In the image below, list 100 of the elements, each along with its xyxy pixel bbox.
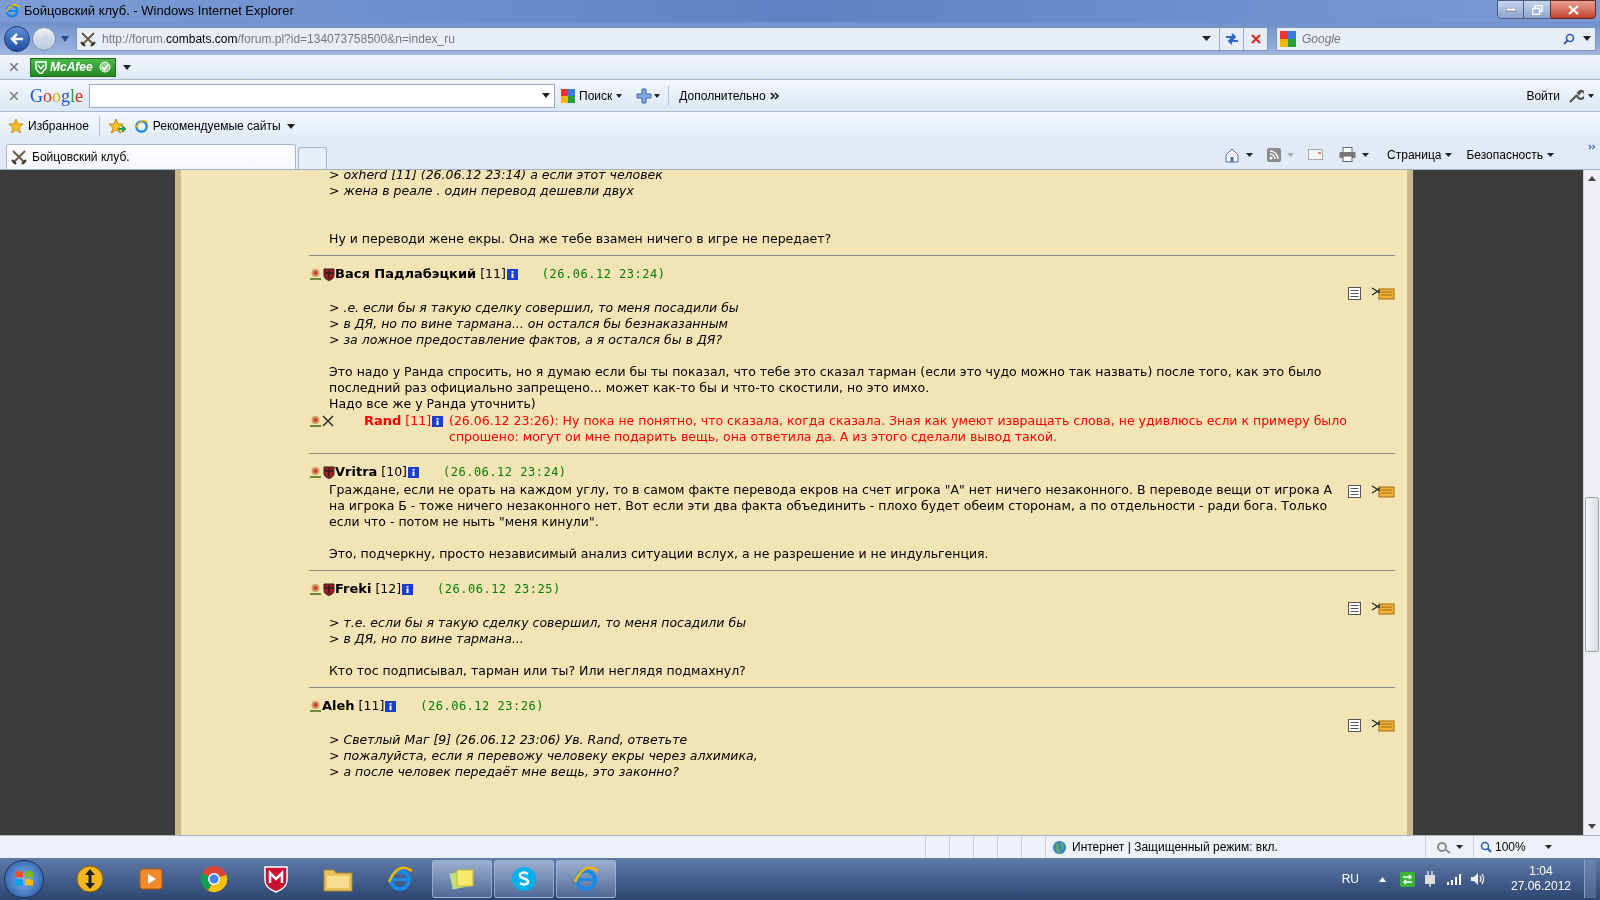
dropdown-caret-icon[interactable] — [1588, 93, 1594, 98]
wrench-icon[interactable] — [1568, 87, 1584, 104]
history-caret-icon[interactable] — [60, 35, 70, 42]
speaker-icon[interactable] — [1470, 872, 1486, 886]
info-icon[interactable] — [385, 700, 397, 712]
language-indicator[interactable]: RU — [1341, 870, 1359, 888]
user-level: [12] — [375, 581, 402, 597]
tab[interactable]: Бойцовский клуб. — [6, 144, 296, 169]
scrollbar[interactable] — [1583, 170, 1600, 835]
dropdown-caret-icon[interactable] — [1583, 36, 1591, 41]
info-icon[interactable] — [506, 268, 518, 280]
scissors-reply-icon[interactable] — [1371, 718, 1395, 732]
browser-logo-icon — [4, 3, 20, 19]
alignment-icon — [309, 415, 322, 427]
search-input[interactable]: Google — [1302, 29, 1563, 48]
mail-icon[interactable] — [1308, 149, 1324, 160]
author-name[interactable]: Aleh — [322, 698, 355, 714]
post-time: (26.06.12 23:25) — [437, 581, 561, 597]
info-icon[interactable] — [402, 583, 414, 595]
browser-logo-icon — [386, 865, 414, 893]
power-plug-icon[interactable] — [1423, 871, 1437, 887]
home-icon[interactable] — [1224, 146, 1241, 163]
scrollbar-thumb[interactable] — [1585, 497, 1599, 652]
user-level: [11] — [480, 266, 506, 282]
sign-in-button[interactable]: Войти — [1526, 86, 1560, 105]
forward-arrow-icon — [38, 33, 50, 44]
author-name[interactable]: Вася Падлабэцкий — [335, 266, 477, 282]
dropdown-caret-icon[interactable] — [1202, 36, 1211, 41]
add-favorite-icon[interactable] — [107, 118, 126, 134]
close-icon[interactable] — [10, 63, 18, 71]
zoom-level[interactable]: 100% — [1495, 838, 1526, 856]
plus-icon — [636, 87, 653, 104]
maximize-button[interactable] — [1524, 0, 1550, 19]
show-hidden-icons-icon[interactable] — [1379, 876, 1386, 882]
post-time: (26.06.12 23:26) — [420, 698, 544, 714]
reply-text: (26.06.12 23:26): Ну пока не понятно, что сказала, когда сказала. Зная как умеют извращать слова, не удивлюсь если к примеру было спрошено: могут ои мне подарить вещь, она ответила да. А из этого сделали вывод такой. — [449, 413, 1348, 445]
close-icon — [1567, 4, 1579, 15]
sync-icon[interactable] — [1400, 871, 1415, 887]
info-icon[interactable] — [408, 466, 419, 478]
user-level: [11] — [358, 698, 385, 714]
globe-icon — [1052, 839, 1067, 855]
media-player-icon — [139, 867, 165, 891]
checkmark-icon — [98, 61, 111, 73]
quote-line: > в ДЯ, но по вине тармана... он остался бы безнаказанным — [329, 316, 729, 332]
clock-time[interactable]: 1:04 — [1529, 864, 1553, 879]
list-icon[interactable] — [1348, 601, 1361, 615]
google-logo-icon — [561, 88, 575, 103]
printer-icon[interactable] — [1339, 147, 1357, 162]
post-text: Это, подчеркну, просто независимый анализ ситуации вслух, а не разрешение и не индульгенция. — [329, 546, 990, 562]
minimize-button[interactable] — [1497, 0, 1524, 19]
search-icon[interactable] — [1563, 32, 1575, 45]
dropdown-caret-icon[interactable] — [1544, 845, 1552, 849]
scroll-down-icon[interactable] — [1588, 824, 1596, 829]
scissors-reply-icon[interactable] — [1371, 601, 1395, 615]
menu-button[interactable]: Безопасность — [1466, 145, 1554, 164]
more-button[interactable]: Дополнительно — [679, 83, 780, 108]
clock-date[interactable]: 27.06.2012 — [1510, 879, 1572, 894]
stop-icon — [1250, 33, 1261, 44]
dropdown-caret-icon[interactable] — [122, 64, 131, 70]
list-icon[interactable] — [1348, 484, 1361, 498]
star-icon — [8, 118, 24, 134]
info-icon[interactable] — [432, 415, 443, 427]
address-field[interactable]: http://forum.combats.com/forum.pl?id=134073758500&n=index_ru — [76, 26, 1268, 51]
close-icon[interactable] — [10, 91, 18, 100]
post-text: Граждане, если не орать на каждом углу, то в самом факте перевода екров на счет игрока "А" нет ничего незаконного. В переводе вещи от игрока А на игрока Б - тоже ничего незаконного нет. Вот если эти два факта объединить - плохо будет обеим сторонам, а по отдельности - ради бога. Только если что - потом не ныть "меня кинули". — [329, 481, 1334, 530]
scroll-up-icon[interactable] — [1588, 176, 1596, 181]
dropdown-caret-icon[interactable] — [1456, 845, 1463, 849]
search-button[interactable]: Поиск — [559, 83, 625, 108]
list-icon[interactable] — [1348, 718, 1361, 732]
feed-icon[interactable] — [1267, 147, 1282, 162]
back-button[interactable] — [4, 25, 30, 52]
dropdown-caret-icon — [1445, 152, 1453, 157]
author-name[interactable]: Freki — [335, 581, 372, 597]
taskbar-button[interactable] — [494, 860, 554, 898]
url-text: http://forum.combats.com/forum.pl?id=134073758500&n=index_ru — [102, 30, 455, 48]
list-icon[interactable] — [1348, 286, 1361, 300]
start-button[interactable] — [4, 860, 44, 898]
scissors-reply-icon[interactable] — [1371, 484, 1395, 498]
author-name[interactable]: Vritra — [335, 464, 378, 480]
arrows-icon — [76, 865, 104, 893]
search-field[interactable]: Google — [1276, 26, 1596, 51]
dropdown-caret-icon — [1547, 152, 1554, 157]
quote-line: > .е. если бы я такую сделку совершил, то меня посадили бы — [329, 300, 740, 316]
browser-logo-icon — [133, 118, 149, 134]
favorites-button[interactable]: Избранное — [8, 117, 89, 135]
taskbar-button[interactable] — [432, 860, 492, 898]
double-chevron-icon — [769, 91, 780, 100]
dropdown-caret-icon[interactable] — [1246, 152, 1254, 157]
shield-icon — [35, 60, 47, 74]
dropdown-caret-icon[interactable] — [1362, 152, 1370, 157]
suggested-sites-button[interactable]: Рекомендуемые сайты — [133, 117, 295, 135]
crossed-swords-icon — [322, 415, 334, 427]
menu-button[interactable]: Страница — [1387, 145, 1453, 164]
scissors-reply-icon[interactable] — [1371, 286, 1395, 300]
dropdown-caret-icon — [616, 93, 623, 98]
crossed-swords-icon — [80, 30, 96, 47]
chevron-icon[interactable] — [1588, 144, 1596, 150]
close-button[interactable] — [1550, 0, 1596, 19]
google-search-field[interactable] — [89, 83, 555, 108]
signal-bars-icon[interactable] — [1447, 873, 1462, 885]
